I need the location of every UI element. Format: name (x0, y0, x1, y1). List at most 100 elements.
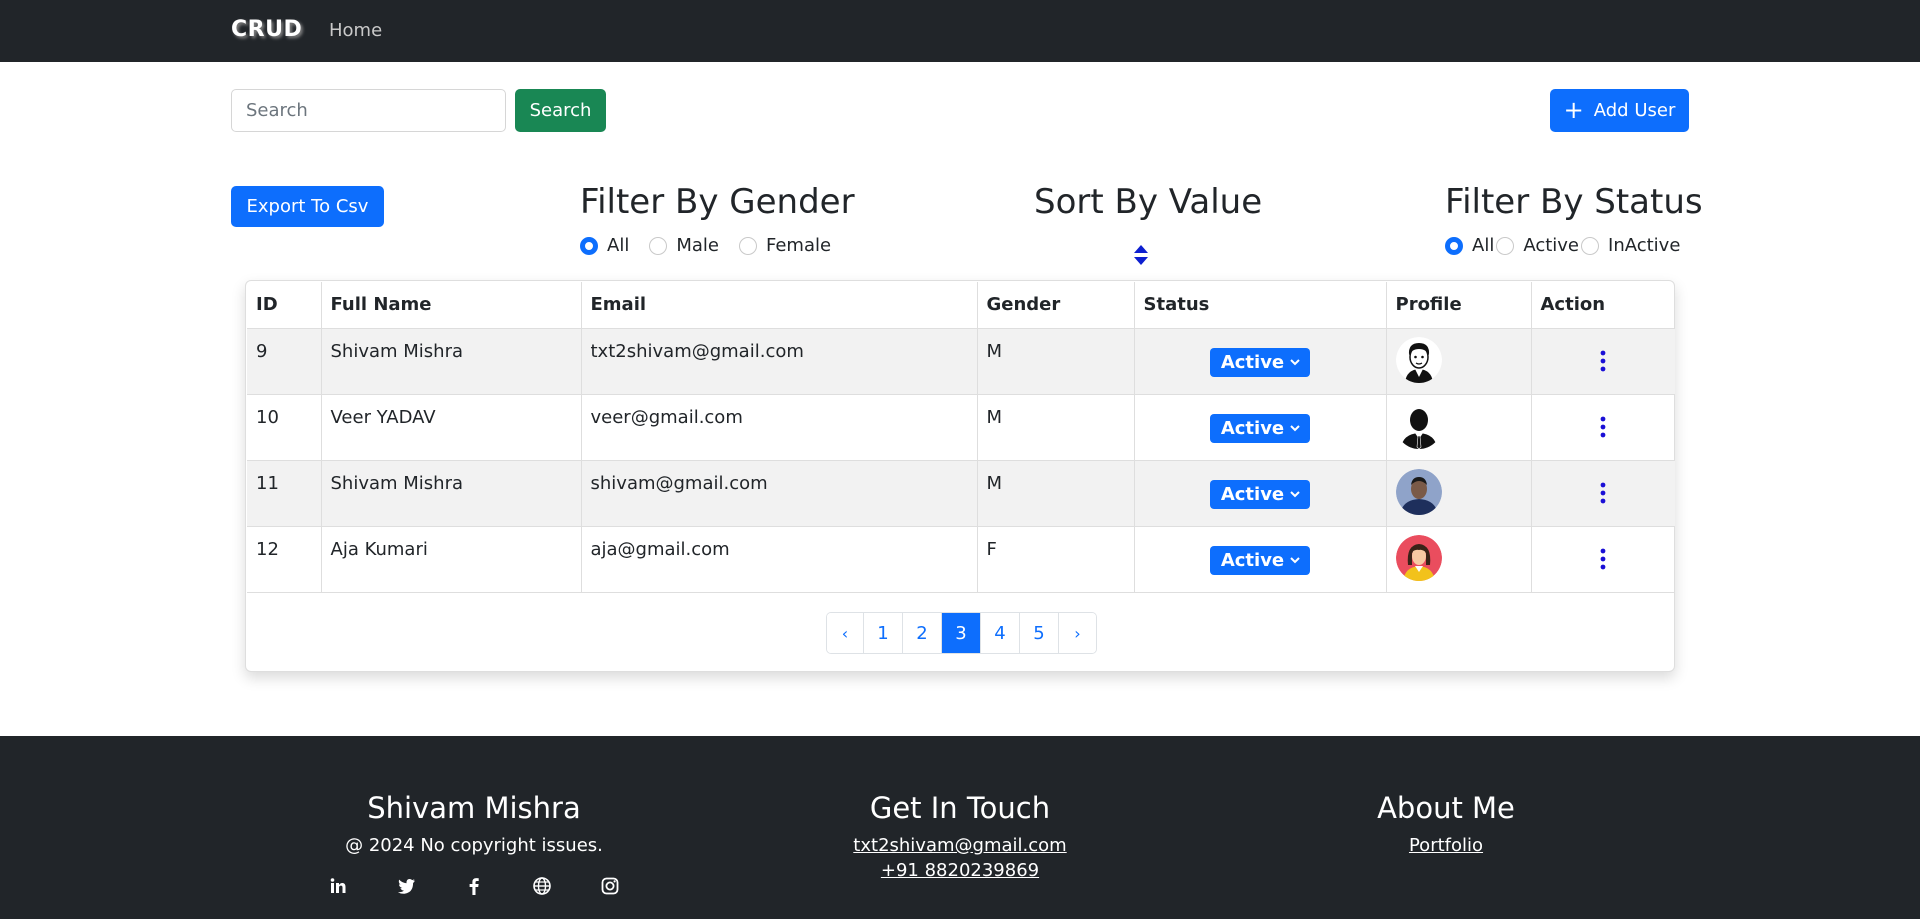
pagination-page-1[interactable]: 1 (864, 613, 903, 653)
social-links (274, 876, 674, 896)
export-csv-button[interactable]: Export To Csv (231, 186, 384, 227)
gender-radio-group: All Male Female (580, 235, 851, 256)
header-full-name: Full Name (321, 282, 582, 329)
twitter-icon[interactable] (396, 876, 416, 896)
status-dropdown-button[interactable]: Active (1209, 479, 1311, 509)
cell-name: Veer YADAV (321, 394, 582, 461)
cell-id: 10 (247, 394, 322, 461)
footer-col-about: About Me Portfolio (1246, 736, 1646, 856)
table-row: 11 Shivam Mishra shivam@gmail.com M Acti… (247, 460, 1675, 527)
header-profile: Profile (1386, 282, 1532, 329)
cell-action (1531, 328, 1675, 395)
status-dropdown-button[interactable]: Active (1209, 545, 1311, 575)
table-row: 9 Shivam Mishra txt2shivam@gmail.com M A… (247, 328, 1675, 395)
pagination-page-3[interactable]: 3 (942, 613, 981, 653)
cell-status: Active (1134, 526, 1387, 593)
cell-email: veer@gmail.com (581, 394, 978, 461)
plus-icon: + (1563, 95, 1584, 124)
cell-email: shivam@gmail.com (581, 460, 978, 527)
photo-avatar[interactable] (1395, 468, 1442, 515)
linkedin-icon[interactable] (328, 876, 348, 896)
users-table: ID Full Name Email Gender Status Profile… (247, 282, 1675, 593)
pagination-page-2[interactable]: 2 (903, 613, 942, 653)
status-option-inactive[interactable]: InActive (1581, 235, 1680, 256)
cell-id: 12 (247, 526, 322, 593)
gender-option-female[interactable]: Female (738, 235, 832, 256)
cell-profile (1386, 526, 1532, 593)
cell-gender: M (977, 328, 1135, 395)
table-header-row: ID Full Name Email Gender Status Profile… (247, 282, 1675, 329)
cell-id: 11 (247, 460, 322, 527)
more-vertical-icon[interactable] (1598, 547, 1608, 571)
businessman-silhouette-avatar[interactable] (1395, 402, 1442, 449)
chevron-down-icon (1290, 557, 1300, 564)
header-status: Status (1134, 282, 1387, 329)
radio-male[interactable] (649, 236, 668, 255)
cell-status: Active (1134, 394, 1387, 461)
cell-action (1531, 460, 1675, 527)
more-vertical-icon[interactable] (1598, 481, 1608, 505)
radio-all-gender[interactable] (580, 236, 598, 255)
cell-email: aja@gmail.com (581, 526, 978, 593)
status-option-all[interactable]: All (1445, 235, 1494, 256)
cell-profile (1386, 460, 1532, 527)
gender-option-male[interactable]: Male (649, 235, 719, 256)
radio-active[interactable] (1496, 236, 1515, 255)
instagram-icon[interactable] (600, 876, 620, 896)
facebook-icon[interactable] (464, 876, 484, 896)
brand-logo[interactable]: CRUD (231, 17, 302, 42)
pagination-prev[interactable]: ‹ (827, 613, 864, 653)
cell-action (1531, 526, 1675, 593)
pagination-page-5[interactable]: 5 (1020, 613, 1059, 653)
search-input[interactable] (231, 89, 506, 132)
sort-icon[interactable] (1133, 244, 1149, 266)
globe-icon[interactable] (532, 876, 552, 896)
users-table-card: ID Full Name Email Gender Status Profile… (245, 280, 1675, 672)
footer-phone-link[interactable]: +91 8820239869 (760, 860, 1160, 881)
header-action: Action (1531, 282, 1675, 329)
radio-label: InActive (1608, 235, 1681, 256)
radio-label: Female (765, 235, 832, 256)
nav-home-link[interactable]: Home (329, 20, 382, 41)
cell-email: txt2shivam@gmail.com (581, 328, 978, 395)
radio-inactive[interactable] (1581, 236, 1600, 255)
filter-status-title: Filter By Status (1445, 182, 1703, 222)
footer: Shivam Mishra @ 2024 No copyright issues… (0, 736, 1920, 919)
radio-female[interactable] (738, 236, 757, 255)
status-label: Active (1220, 417, 1285, 439)
footer-col-contact: Get In Touch txt2shivam@gmail.com +91 88… (760, 736, 1160, 881)
chevron-down-icon (1290, 425, 1300, 432)
footer-copyright: @ 2024 No copyright issues. (345, 835, 603, 856)
header-id: ID (247, 282, 322, 329)
radio-all-status[interactable] (1445, 236, 1463, 255)
more-vertical-icon[interactable] (1598, 349, 1608, 373)
add-user-label: Add User (1593, 100, 1676, 121)
cell-gender: M (977, 460, 1135, 527)
table-row: 10 Veer YADAV veer@gmail.com M Active (247, 394, 1675, 461)
more-vertical-icon[interactable] (1598, 415, 1608, 439)
status-option-active[interactable]: Active (1496, 235, 1579, 256)
cell-profile (1386, 328, 1532, 395)
footer-about-title: About Me (1377, 791, 1515, 825)
footer-email-link[interactable]: txt2shivam@gmail.com (760, 835, 1160, 856)
footer-author-name: Shivam Mishra (367, 791, 581, 825)
cartoon-man-avatar[interactable] (1395, 336, 1442, 383)
status-label: Active (1220, 549, 1285, 571)
cell-gender: F (977, 526, 1135, 593)
chevron-down-icon (1290, 359, 1300, 366)
pagination-page-4[interactable]: 4 (981, 613, 1020, 653)
woman-avatar[interactable] (1395, 534, 1442, 581)
gender-option-all[interactable]: All (580, 235, 629, 256)
add-user-button[interactable]: + Add User (1550, 89, 1689, 132)
footer-portfolio-link[interactable]: Portfolio (1246, 835, 1646, 856)
footer-contact-title: Get In Touch (869, 791, 1051, 825)
pagination-next[interactable]: › (1059, 613, 1096, 653)
status-dropdown-button[interactable]: Active (1209, 413, 1311, 443)
radio-label: All (607, 235, 630, 256)
status-label: Active (1220, 351, 1285, 373)
cell-id: 9 (247, 328, 322, 395)
status-dropdown-button[interactable]: Active (1209, 347, 1311, 377)
search-button[interactable]: Search (515, 89, 606, 132)
cell-name: Shivam Mishra (321, 460, 582, 527)
cell-name: Shivam Mishra (321, 328, 582, 395)
